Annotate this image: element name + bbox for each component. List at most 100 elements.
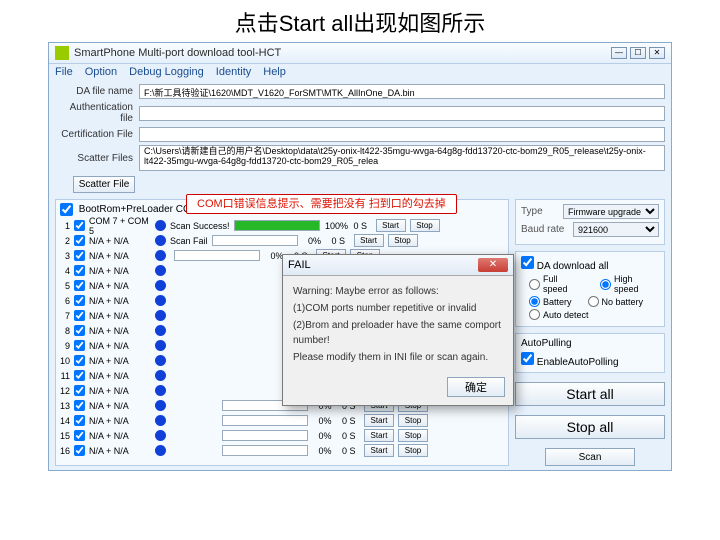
- port-checkbox[interactable]: [74, 415, 85, 426]
- stop-button[interactable]: Stop: [398, 414, 428, 427]
- maximize-button[interactable]: ☐: [630, 47, 646, 59]
- da-file-field[interactable]: F:\新工具待验证\1620\MDT_V1620_ForSMT\MTK_AllI…: [139, 84, 665, 99]
- app-icon: [55, 46, 69, 60]
- percent-label: 0%: [312, 431, 338, 441]
- dialog-ok-button[interactable]: 确定: [447, 377, 505, 397]
- baud-select[interactable]: 921600: [573, 222, 659, 237]
- time-label: 0 S: [342, 431, 360, 441]
- port-com-label: N/A + N/A: [89, 251, 151, 261]
- menu-file[interactable]: File: [55, 66, 73, 78]
- progress-bar: [222, 415, 308, 426]
- port-row: 2N/A + N/AScan Fail0%0 SStartStop: [60, 233, 504, 248]
- port-index: 5: [60, 281, 70, 291]
- port-index: 8: [60, 326, 70, 336]
- status-dot-icon: [155, 385, 166, 396]
- port-checkbox[interactable]: [74, 430, 85, 441]
- port-com-label: N/A + N/A: [89, 416, 151, 426]
- high-speed-radio[interactable]: [600, 279, 611, 290]
- port-checkbox[interactable]: [74, 235, 85, 246]
- stop-button[interactable]: Stop: [410, 219, 440, 232]
- dialog-title: FAIL: [288, 259, 311, 271]
- start-all-button[interactable]: Start all: [515, 382, 665, 406]
- type-label: Type: [521, 206, 559, 217]
- scan-success-label: Scan Success!: [170, 221, 230, 231]
- window-title: SmartPhone Multi-port download tool-HCT: [74, 47, 281, 59]
- port-checkbox[interactable]: [74, 340, 85, 351]
- scan-button[interactable]: Scan: [545, 448, 635, 466]
- port-index: 14: [60, 416, 70, 426]
- cert-file-label: Certification File: [55, 129, 139, 140]
- port-row: 1COM 7 + COM 5Scan Success!100%0 SStartS…: [60, 218, 504, 233]
- menu-option[interactable]: Option: [85, 66, 117, 78]
- menu-debug-logging[interactable]: Debug Logging: [129, 66, 204, 78]
- close-button[interactable]: ✕: [649, 47, 665, 59]
- da-file-label: DA file name: [55, 86, 139, 97]
- title-bar: SmartPhone Multi-port download tool-HCT …: [49, 43, 671, 64]
- port-index: 13: [60, 401, 70, 411]
- battery-radio[interactable]: [529, 296, 540, 307]
- auto-detect-radio[interactable]: [529, 309, 540, 320]
- fail-dialog: FAIL ✕ Warning: Maybe error as follows: …: [282, 254, 514, 406]
- sel-all-checkbox[interactable]: [60, 203, 73, 216]
- progress-bar: [222, 445, 308, 456]
- port-checkbox[interactable]: [74, 250, 85, 261]
- port-com-label: N/A + N/A: [89, 341, 151, 351]
- port-com-label: N/A + N/A: [89, 236, 151, 246]
- port-checkbox[interactable]: [74, 445, 85, 456]
- port-index: 9: [60, 341, 70, 351]
- start-button[interactable]: Start: [364, 444, 394, 457]
- port-checkbox[interactable]: [74, 400, 85, 411]
- port-com-label: N/A + N/A: [89, 356, 151, 366]
- percent-label: 0%: [312, 446, 338, 456]
- port-checkbox[interactable]: [74, 295, 85, 306]
- port-checkbox[interactable]: [74, 385, 85, 396]
- port-checkbox[interactable]: [74, 280, 85, 291]
- status-dot-icon: [155, 355, 166, 366]
- dialog-close-button[interactable]: ✕: [478, 258, 508, 272]
- port-index: 11: [60, 371, 70, 381]
- port-checkbox[interactable]: [74, 220, 85, 231]
- scatter-file-field[interactable]: C:\Users\请新建自己的用户名\Desktop\data\t25y-oni…: [139, 145, 665, 171]
- port-checkbox[interactable]: [74, 265, 85, 276]
- percent-label: 0%: [302, 236, 328, 246]
- stop-button[interactable]: Stop: [388, 234, 418, 247]
- port-index: 10: [60, 356, 70, 366]
- scan-fail-label: Scan Fail: [170, 236, 208, 246]
- status-dot-icon: [155, 370, 166, 381]
- start-button[interactable]: Start: [364, 429, 394, 442]
- port-checkbox[interactable]: [74, 370, 85, 381]
- status-dot-icon: [155, 265, 166, 276]
- stop-button[interactable]: Stop: [398, 429, 428, 442]
- port-checkbox[interactable]: [74, 355, 85, 366]
- port-com-label: N/A + N/A: [89, 266, 151, 276]
- status-dot-icon: [155, 400, 166, 411]
- time-label: 0 S: [332, 236, 350, 246]
- port-com-label: N/A + N/A: [89, 386, 151, 396]
- cert-file-field[interactable]: [139, 127, 665, 142]
- port-index: 16: [60, 446, 70, 456]
- enable-autopolling-checkbox[interactable]: [521, 352, 534, 365]
- type-select[interactable]: Firmware upgrade: [563, 204, 659, 219]
- auth-file-field[interactable]: [139, 106, 665, 121]
- stop-all-button[interactable]: Stop all: [515, 415, 665, 439]
- start-button[interactable]: Start: [354, 234, 384, 247]
- stop-button[interactable]: Stop: [398, 444, 428, 457]
- port-com-label: N/A + N/A: [89, 371, 151, 381]
- start-button[interactable]: Start: [376, 219, 406, 232]
- port-checkbox[interactable]: [74, 325, 85, 336]
- no-battery-radio[interactable]: [588, 296, 599, 307]
- menu-identity[interactable]: Identity: [216, 66, 251, 78]
- port-com-label: N/A + N/A: [89, 446, 151, 456]
- scatter-file-button[interactable]: Scatter File: [73, 176, 135, 193]
- com-error-callout: COM口错误信息提示、需要把没有 扫到口的勾去掉: [186, 194, 457, 214]
- port-com-label: N/A + N/A: [89, 326, 151, 336]
- port-index: 12: [60, 386, 70, 396]
- menu-help[interactable]: Help: [263, 66, 286, 78]
- time-label: 0 S: [342, 416, 360, 426]
- da-download-all-checkbox[interactable]: [521, 256, 534, 269]
- port-checkbox[interactable]: [74, 310, 85, 321]
- start-button[interactable]: Start: [364, 414, 394, 427]
- status-dot-icon: [155, 430, 166, 441]
- minimize-button[interactable]: —: [611, 47, 627, 59]
- full-speed-radio[interactable]: [529, 279, 540, 290]
